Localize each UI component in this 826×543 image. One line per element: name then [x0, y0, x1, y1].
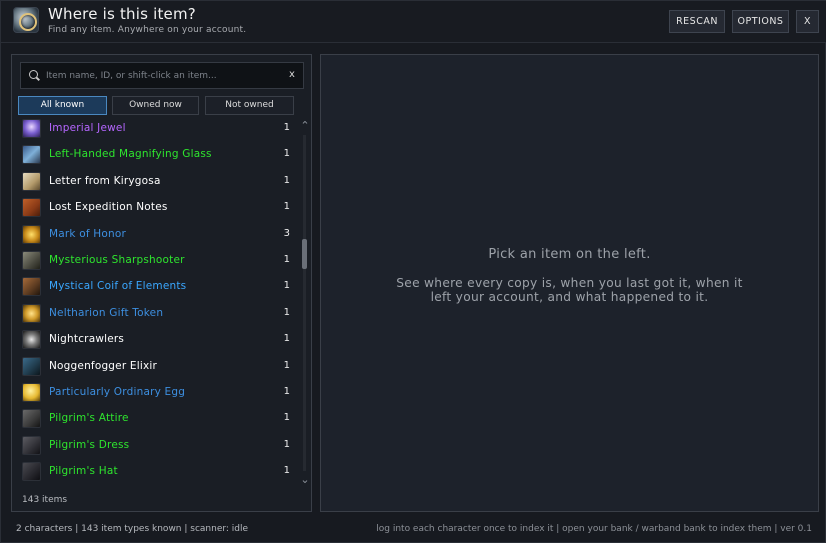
item-name: Imperial Jewel	[49, 122, 126, 134]
egg-icon	[22, 383, 41, 402]
search-icon	[29, 70, 38, 79]
item-count: 1	[283, 412, 290, 424]
item-name: Pilgrim's Hat	[49, 465, 118, 478]
search-box: x	[20, 62, 304, 89]
list-item[interactable]: Pilgrim's Hat 1	[12, 459, 302, 485]
scroll-down-arrow-icon[interactable]: ⌄	[299, 474, 311, 485]
item-name: Left-Handed Magnifying Glass	[49, 148, 212, 161]
page-title: Where is this item?	[48, 5, 196, 23]
list-item[interactable]: Letter from Kirygosa 1	[12, 169, 302, 195]
item-detail-panel: Pick an item on the left. See where ever…	[320, 54, 819, 512]
notes-icon	[22, 198, 41, 218]
list-item[interactable]: Nightcrawlers 1	[12, 327, 302, 353]
list-item[interactable]: Noggenfogger Elixir 1	[12, 354, 302, 380]
scrollbar-thumb[interactable]	[302, 239, 307, 269]
item-name: Neltharion Gift Token	[49, 306, 164, 319]
list-item[interactable]: Left-Handed Magnifying Glass 1	[12, 142, 302, 168]
item-count: 1	[283, 465, 290, 477]
item-name: Lost Expedition Notes	[49, 201, 168, 214]
item-count: 1	[283, 386, 290, 397]
empty-state-prompt: Pick an item on the left.	[488, 247, 651, 262]
nightcrawlers-icon	[22, 330, 41, 350]
search-input[interactable]	[46, 67, 276, 84]
scrollbar-track[interactable]	[303, 135, 306, 471]
item-name: Letter from Kirygosa	[49, 174, 161, 187]
list-item[interactable]: Pilgrim's Dress 1	[12, 433, 302, 459]
item-count: 1	[283, 306, 290, 318]
filter-not-owned[interactable]: Not owned	[205, 96, 294, 115]
item-count-label: 143 items	[22, 495, 68, 505]
list-item[interactable]: Mark of Honor 3	[12, 222, 302, 248]
item-list-panel: x All known Owned now Not owned Imperial…	[11, 54, 312, 512]
list-item[interactable]: Neltharion Gift Token 1	[12, 301, 302, 327]
item-name: Pilgrim's Dress	[49, 438, 130, 451]
scroll-up-arrow-icon[interactable]: ⌃	[299, 120, 311, 131]
item-name: Nightcrawlers	[49, 333, 125, 346]
empty-state-explanation: See where every copy is, when you last g…	[396, 276, 743, 304]
magnifying-glass-icon	[22, 145, 41, 165]
item-count: 1	[283, 122, 290, 133]
list-item[interactable]: Mysterious Sharpshooter 1	[12, 248, 302, 274]
item-name: Pilgrim's Attire	[49, 412, 129, 425]
filter-owned-now[interactable]: Owned now	[112, 96, 199, 115]
item-count: 3	[283, 227, 290, 239]
gift-token-icon	[22, 303, 41, 323]
item-name: Mark of Honor	[49, 227, 127, 240]
clear-search-button[interactable]: x	[289, 69, 295, 80]
item-count: 1	[283, 333, 290, 345]
coif-icon	[22, 277, 41, 297]
page-subtitle: Find any item. Anywhere on your account.	[48, 25, 247, 35]
options-button[interactable]: OPTIONS	[732, 10, 789, 33]
sharpshooter-icon	[22, 251, 41, 270]
hat-icon	[22, 462, 41, 482]
dress-icon	[22, 435, 41, 455]
item-name: Mysterious Sharpshooter	[49, 254, 185, 266]
item-count: 1	[283, 201, 290, 213]
item-name: Noggenfogger Elixir	[49, 359, 158, 372]
item-count: 1	[283, 174, 290, 186]
item-name: Particularly Ordinary Egg	[49, 386, 186, 398]
jewel-icon	[22, 119, 41, 138]
filter-all-known[interactable]: All known	[18, 96, 107, 115]
header: Where is this item? Find any item. Anywh…	[1, 1, 826, 43]
list-item[interactable]: Pilgrim's Attire 1	[12, 406, 302, 432]
footer-hints: log into each character once to index it…	[376, 524, 812, 534]
rescan-button[interactable]: RESCAN	[669, 10, 725, 33]
letter-icon	[22, 171, 41, 191]
status-bar: 2 characters | 143 item types known | sc…	[16, 524, 249, 534]
item-list: Imperial Jewel 1 Left-Handed Magnifying Gl…	[12, 118, 313, 486]
mark-of-honor-icon	[22, 224, 41, 244]
list-item[interactable]: Lost Expedition Notes 1	[12, 195, 302, 221]
item-name: Mystical Coif of Elements	[49, 280, 187, 293]
item-count: 1	[283, 148, 290, 160]
main-window: Where is this item? Find any item. Anywh…	[0, 0, 826, 543]
app-logo-icon	[13, 7, 39, 33]
list-item[interactable]: Imperial Jewel 1	[12, 118, 302, 142]
close-button[interactable]: X	[796, 10, 819, 33]
list-item[interactable]: Particularly Ordinary Egg 1	[12, 380, 302, 406]
list-item[interactable]: Mystical Coif of Elements 1	[12, 274, 302, 300]
item-count: 1	[283, 438, 290, 450]
elixir-icon	[22, 356, 41, 376]
item-count: 1	[283, 254, 290, 265]
item-count: 1	[283, 280, 290, 292]
attire-icon	[22, 409, 41, 429]
item-count: 1	[283, 359, 290, 371]
